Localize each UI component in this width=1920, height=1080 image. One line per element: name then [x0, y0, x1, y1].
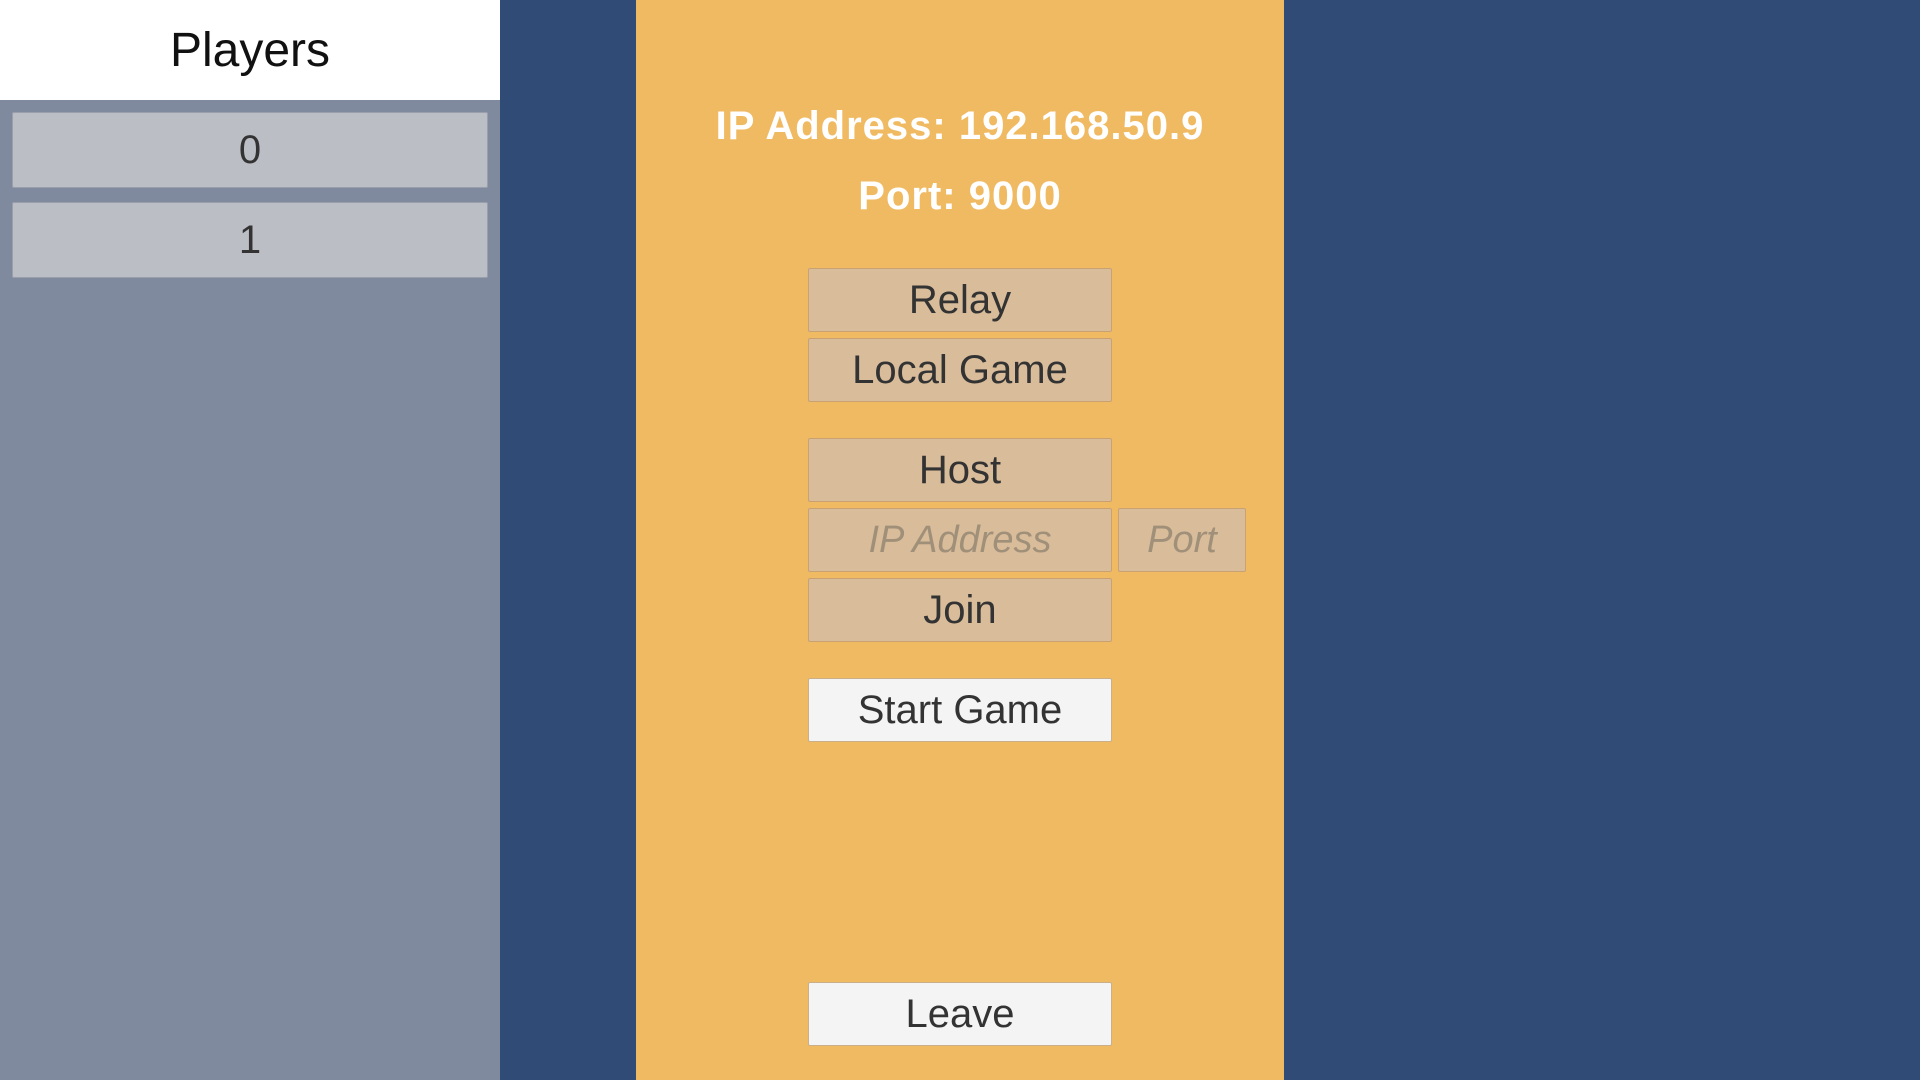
ip-address-input[interactable]: [808, 508, 1112, 572]
player-slot-0[interactable]: 0: [12, 112, 488, 188]
port-label: Port: 9000: [858, 174, 1062, 218]
lobby-panel: IP Address: 192.168.50.9 Port: 9000 Rela…: [636, 0, 1284, 1080]
host-button[interactable]: Host: [808, 438, 1112, 502]
start-game-button[interactable]: Start Game: [808, 678, 1112, 742]
player-slot-1[interactable]: 1: [12, 202, 488, 278]
local-game-button[interactable]: Local Game: [808, 338, 1112, 402]
players-title: Players: [0, 0, 500, 100]
ip-address-label: IP Address: 192.168.50.9: [715, 104, 1205, 148]
leave-button[interactable]: Leave: [808, 982, 1112, 1046]
players-panel: Players 0 1: [0, 0, 500, 1080]
join-button[interactable]: Join: [808, 578, 1112, 642]
port-input[interactable]: [1118, 508, 1246, 572]
relay-button[interactable]: Relay: [808, 268, 1112, 332]
